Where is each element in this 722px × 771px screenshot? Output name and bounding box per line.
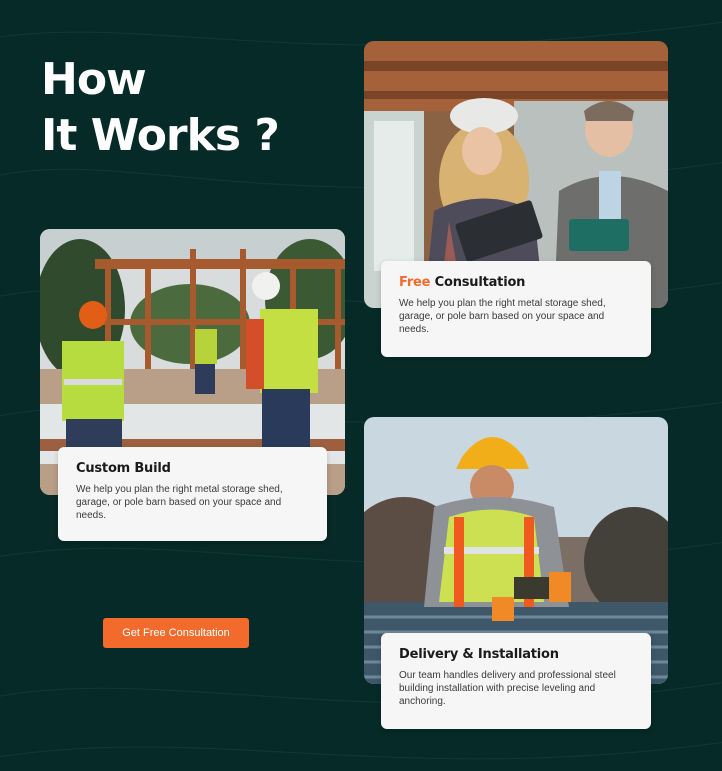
custom-build-card: Custom Build We help you plan the right … xyxy=(58,447,327,541)
delivery-card: Delivery & Installation Our team handles… xyxy=(381,633,651,729)
heading-line-1: How xyxy=(41,54,147,105)
get-free-consultation-button[interactable]: Get Free Consultation xyxy=(103,618,249,648)
consultation-card-title-rest: Consultation xyxy=(430,275,526,290)
delivery-card-description: Our team handles delivery and profession… xyxy=(399,670,616,707)
consultation-card-title: Free Consultation xyxy=(399,275,633,290)
consultation-card-description: We help you plan the right metal storage… xyxy=(399,298,606,335)
custom-build-card-title: Custom Build xyxy=(76,461,171,476)
consultation-card: Free Consultation We help you plan the r… xyxy=(381,261,651,357)
custom-build-card-description: We help you plan the right metal storage… xyxy=(76,484,283,521)
heading-line-2: It Works ? xyxy=(41,110,280,161)
section-heading: How It Works ? xyxy=(41,52,280,164)
consultation-card-title-accent: Free xyxy=(399,275,431,290)
delivery-card-title: Delivery & Installation xyxy=(399,647,559,662)
